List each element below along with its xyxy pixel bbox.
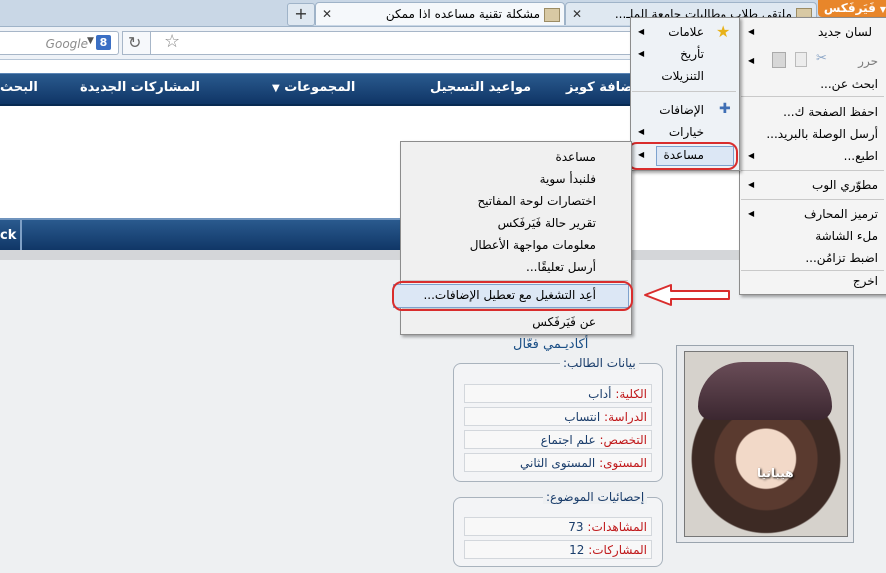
field-row: المشاهدات: 73: [464, 517, 652, 536]
menu-exit[interactable]: اخرج: [853, 274, 878, 288]
user-rank: أكاديـمي فعّال: [513, 337, 589, 352]
submenu-arrow-icon: ◀: [748, 27, 755, 36]
tab-title: مشكلة تقنية مساعده اذا ممكن: [386, 3, 560, 25]
menu-save-page[interactable]: احفظ الصفحة ك...: [783, 105, 878, 119]
menu-print[interactable]: اطبع...: [844, 149, 878, 163]
help-item-troubleshooting[interactable]: معلومات مواجهة الأعطال: [470, 238, 596, 252]
submenu-arrow-icon: ◀: [638, 27, 645, 36]
nav-groups-label: المجموعات: [284, 80, 356, 95]
puzzle-icon: ✚: [719, 101, 731, 117]
nav-search[interactable]: البحث: [0, 80, 38, 95]
field-row: المشاركات: 12: [464, 540, 652, 559]
help-item-submit-feedback[interactable]: أرسل تعليقًا...: [526, 260, 596, 274]
help-item-health-report[interactable]: تقرير حالة فَيَرفَكس: [498, 216, 596, 230]
menu-options[interactable]: خيارات: [669, 125, 704, 139]
field-row: التخصص: علم اجتماع: [464, 430, 652, 449]
chevron-down-icon[interactable]: ▼: [87, 36, 94, 46]
menu-set-up-sync[interactable]: اضبط تزامُن...: [805, 251, 878, 265]
toolbar-text[interactable]: ck: [0, 228, 16, 243]
field-value: 73: [568, 520, 584, 534]
submenu-arrow-icon: ◀: [638, 49, 645, 58]
field-label: الدراسة:: [604, 410, 647, 424]
annotation-highlight-help: [627, 142, 738, 170]
field-value: انتساب: [564, 410, 601, 424]
menu-separator: [632, 91, 736, 92]
annotation-arrow-icon: [644, 284, 730, 306]
page-icon: [544, 7, 560, 22]
menu-new-tab[interactable]: لسان جديد: [818, 25, 872, 39]
menu-downloads[interactable]: التنزيلات: [661, 69, 704, 83]
nav-add-quiz[interactable]: إضافة كويز: [566, 80, 638, 95]
field-label: المشاهدات:: [587, 520, 647, 534]
nav-groups[interactable]: المجموعات ▼: [272, 80, 355, 95]
google-icon[interactable]: 8: [96, 35, 111, 50]
menu-history[interactable]: تأريخ: [680, 47, 704, 61]
field-value: المستوى الثاني: [520, 456, 596, 470]
annotation-highlight-restart: [392, 281, 633, 311]
menu-find[interactable]: ابحث عن...: [820, 77, 878, 91]
help-item-about[interactable]: عن فَيَرفَكس: [532, 315, 596, 329]
menu-full-screen[interactable]: ملء الشاشة: [815, 229, 878, 243]
nav-registration-dates[interactable]: مواعيد التسجيل: [430, 80, 531, 95]
menu-bookmarks[interactable]: علامات: [668, 25, 704, 39]
student-info-legend: بيانات الطالب:: [560, 356, 639, 370]
submenu-arrow-icon: ◀: [748, 56, 755, 65]
topic-stats-legend: إحصائيات الموضوع:: [543, 490, 648, 504]
new-tab-button[interactable]: +: [287, 3, 315, 26]
toolbar-divider: [20, 220, 22, 250]
menu-character-encoding[interactable]: ترميز المحارف: [804, 207, 878, 221]
menu-add-ons[interactable]: الإضافات: [659, 103, 704, 117]
help-item-help[interactable]: مساعدة: [555, 150, 596, 164]
help-item-getting-started[interactable]: فلنبدأ سوية: [540, 172, 596, 186]
avatar-caption: هيباتيا: [757, 466, 794, 480]
menu-separator: [741, 170, 884, 171]
menu-edit[interactable]: حرر: [858, 54, 878, 68]
nav-new-posts[interactable]: المشاركات الجديدة: [80, 80, 200, 95]
paste-icon[interactable]: [772, 52, 786, 68]
triangle-down-icon: ▼: [272, 83, 280, 94]
copy-icon[interactable]: [795, 52, 807, 67]
help-item-keyboard-shortcuts[interactable]: اختصارات لوحة المفاتيح: [477, 194, 596, 208]
tab-active[interactable]: ✕ مشكلة تقنية مساعده اذا ممكن: [315, 2, 565, 25]
submenu-arrow-icon: ◀: [748, 209, 755, 218]
field-value: أداب: [588, 387, 612, 401]
field-value: 12: [569, 543, 585, 557]
reload-icon[interactable]: ↻: [128, 33, 141, 52]
field-row: الكلية: أداب: [464, 384, 652, 403]
bookmark-star-icon[interactable]: ☆: [164, 31, 180, 52]
submenu-arrow-icon: ◀: [748, 180, 755, 189]
field-row: المستوى: المستوى الثاني: [464, 453, 652, 472]
field-label: المشاركات:: [588, 543, 647, 557]
field-value: علم اجتماع: [540, 433, 596, 447]
firefox-menu-button[interactable]: ▼فَيَرفَكس: [818, 0, 886, 17]
menu-separator: [741, 199, 884, 200]
field-label: المستوى:: [599, 456, 647, 470]
menu-separator: [741, 270, 884, 271]
submenu-arrow-icon: ◀: [748, 151, 755, 160]
url-input[interactable]: [150, 31, 631, 55]
menu-web-developer[interactable]: مطوّري الوب: [812, 178, 878, 192]
menu-separator: [741, 96, 884, 97]
cut-icon[interactable]: ✂: [816, 51, 827, 66]
field-label: التخصص:: [599, 433, 647, 447]
menu-email-link[interactable]: أرسل الوصلة بالبريد...: [766, 127, 878, 141]
search-placeholder: Google: [45, 37, 88, 51]
field-label: الكلية:: [615, 387, 647, 401]
content-toolbar: [0, 218, 420, 252]
submenu-arrow-icon: ◀: [638, 127, 645, 136]
field-row: الدراسة: انتساب: [464, 407, 652, 426]
star-icon: ★: [716, 22, 731, 41]
avatar-hat: [698, 362, 832, 420]
close-tab-icon[interactable]: ✕: [572, 3, 582, 25]
close-tab-icon[interactable]: ✕: [322, 3, 332, 25]
